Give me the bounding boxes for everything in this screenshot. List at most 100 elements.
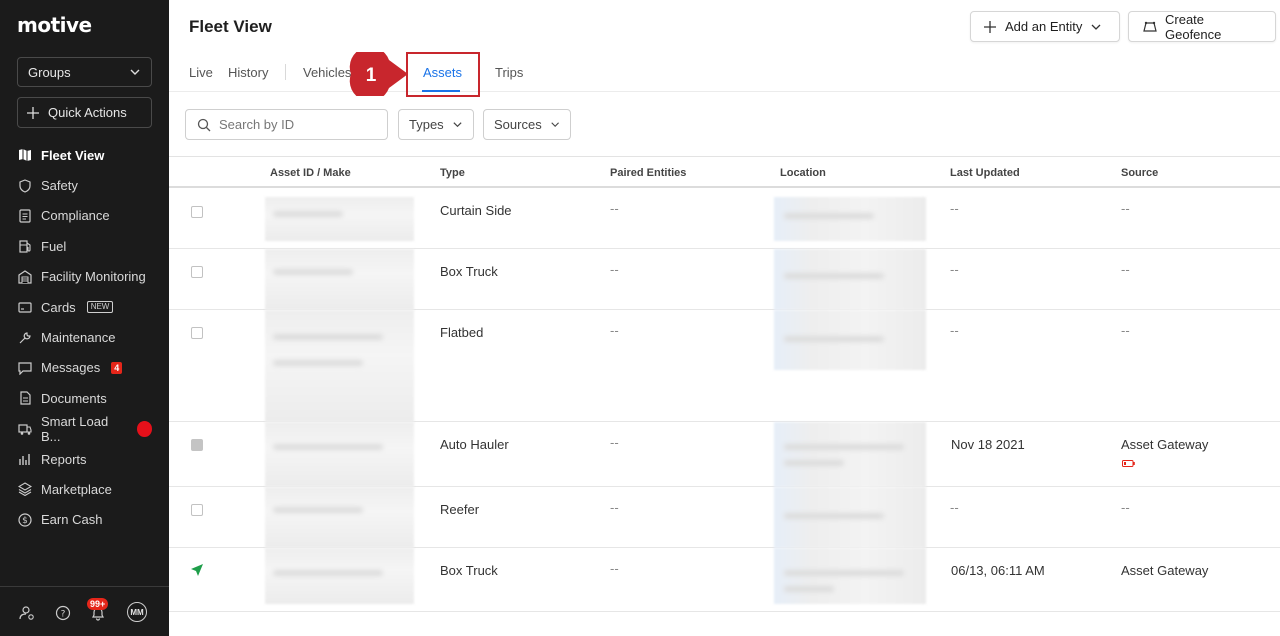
alert-dot (136, 420, 152, 437)
sidebar-item-maintenance[interactable]: Maintenance (0, 322, 169, 352)
last-updated: -- (950, 500, 959, 515)
paired-entities: -- (610, 262, 619, 277)
file-icon (20, 391, 31, 405)
sidebar-item-safety[interactable]: Safety (0, 170, 169, 200)
step-marker: 1 (349, 52, 408, 96)
groups-dropdown[interactable]: Groups (17, 57, 152, 87)
paired-entities: -- (610, 323, 619, 338)
chevron-down-icon (130, 69, 140, 75)
sidebar-item-label: Marketplace (41, 481, 112, 497)
layers-icon (18, 482, 32, 497)
tab-trips[interactable]: Trips (495, 65, 523, 80)
sidebar-item-label: Cards (41, 299, 76, 315)
types-label: Types (409, 117, 444, 132)
bar-chart-icon (19, 454, 30, 466)
sources-dropdown[interactable]: Sources (483, 109, 571, 140)
truck-box-icon (18, 424, 32, 435)
avatar[interactable]: MM (127, 602, 147, 622)
asset-type: Reefer (440, 502, 480, 517)
table-row[interactable]: Reefer -- -- -- (169, 487, 1280, 548)
sidebar-item-label: Smart Load B... (41, 413, 109, 444)
asset-type: Curtain Side (440, 203, 512, 218)
notifications-count-badge: 99+ (87, 598, 109, 610)
view-tabs: Live History Vehicles Assets Trips (169, 52, 1280, 92)
add-entity-label: Add an Entity (1005, 19, 1083, 34)
column-header-paired-entities[interactable]: Paired Entities (610, 167, 686, 179)
add-entity-button[interactable]: Add an Entity (970, 11, 1120, 42)
row-checkbox[interactable] (191, 439, 203, 451)
search-input[interactable]: Search by ID (185, 109, 388, 140)
help-icon[interactable]: ? (55, 605, 71, 621)
sidebar-item-fuel[interactable]: Fuel (0, 231, 169, 261)
user-settings-icon[interactable] (19, 605, 35, 621)
document-list-icon (19, 209, 31, 223)
search-icon (197, 118, 211, 131)
types-dropdown[interactable]: Types (398, 109, 474, 140)
quick-actions-button[interactable]: Quick Actions (17, 97, 152, 128)
table-row[interactable]: Box Truck -- -- -- (169, 249, 1280, 310)
annotation-highlight-box (406, 52, 480, 97)
sidebar-item-smart-load-board[interactable]: Smart Load B... (0, 414, 169, 444)
row-checkbox[interactable] (191, 206, 203, 218)
create-geofence-button[interactable]: Create Geofence (1128, 11, 1276, 42)
sidebar-item-facility-monitoring[interactable]: Facility Monitoring (0, 262, 169, 292)
fuel-pump-icon (19, 240, 31, 253)
row-checkbox[interactable] (191, 266, 203, 278)
redacted-location (774, 197, 926, 241)
assets-table-header: Asset ID / Make Type Paired Entities Loc… (169, 156, 1280, 188)
warehouse-icon (18, 270, 32, 284)
table-row[interactable]: Auto Hauler -- Nov 18 2021 Asset Gateway (169, 422, 1280, 487)
source: Asset Gateway (1121, 563, 1209, 578)
sidebar-item-marketplace[interactable]: Marketplace (0, 474, 169, 504)
plus-icon (984, 20, 996, 33)
sidebar-item-earn-cash[interactable]: $ Earn Cash (0, 505, 169, 535)
column-header-last-updated[interactable]: Last Updated (950, 167, 1020, 179)
sidebar-item-fleet-view[interactable]: Fleet View (0, 140, 169, 170)
table-row[interactable]: Flatbed -- -- -- (169, 310, 1280, 422)
chevron-down-icon (1091, 24, 1101, 30)
row-checkbox[interactable] (191, 327, 203, 339)
sidebar-item-cards[interactable]: Cards NEW (0, 292, 169, 322)
plus-icon (27, 106, 39, 119)
sidebar-item-reports[interactable]: Reports (0, 444, 169, 474)
column-header-source[interactable]: Source (1121, 167, 1158, 179)
redacted-location (774, 548, 926, 604)
search-placeholder: Search by ID (219, 117, 295, 132)
paired-entities: -- (610, 500, 619, 515)
sidebar-item-label: Reports (41, 451, 87, 467)
redacted-asset-id (265, 487, 414, 548)
row-checkbox[interactable] (191, 504, 203, 516)
redacted-location (774, 422, 926, 487)
paired-entities: -- (610, 435, 619, 450)
redacted-location (774, 310, 926, 370)
motive-logo[interactable]: motive (17, 13, 92, 37)
groups-label: Groups (28, 64, 71, 80)
sidebar-item-label: Fleet View (41, 147, 105, 163)
column-header-asset-id[interactable]: Asset ID / Make (270, 167, 351, 179)
sidebar-item-messages[interactable]: Messages 4 (0, 353, 169, 383)
source: -- (1121, 201, 1130, 216)
tab-live[interactable]: Live (189, 65, 213, 80)
redacted-asset-id (265, 249, 414, 310)
last-updated: Nov 18 2021 (951, 437, 1025, 452)
table-row[interactable]: Box Truck -- 06/13, 06:11 AM Asset Gatew… (169, 548, 1280, 612)
redacted-asset-id (265, 197, 414, 241)
sidebar-item-label: Earn Cash (41, 512, 103, 528)
new-badge: NEW (86, 301, 114, 314)
redacted-asset-id (265, 422, 414, 487)
tab-history[interactable]: History (228, 65, 268, 80)
source: Asset Gateway (1121, 437, 1209, 452)
sidebar-item-compliance[interactable]: Compliance (0, 201, 169, 231)
column-header-location[interactable]: Location (780, 167, 826, 179)
tab-divider (285, 64, 286, 80)
column-header-type[interactable]: Type (440, 167, 465, 179)
tab-vehicles[interactable]: Vehicles (303, 65, 351, 80)
sources-label: Sources (494, 117, 542, 132)
table-row[interactable]: Curtain Side -- -- -- (169, 189, 1280, 249)
message-icon (18, 362, 32, 375)
sidebar-item-documents[interactable]: Documents (0, 383, 169, 413)
sidebar-item-label: Messages (41, 360, 101, 376)
create-geofence-label: Create Geofence (1165, 11, 1222, 42)
geofence-icon (1143, 21, 1157, 32)
sidebar-item-label: Safety (41, 178, 78, 194)
